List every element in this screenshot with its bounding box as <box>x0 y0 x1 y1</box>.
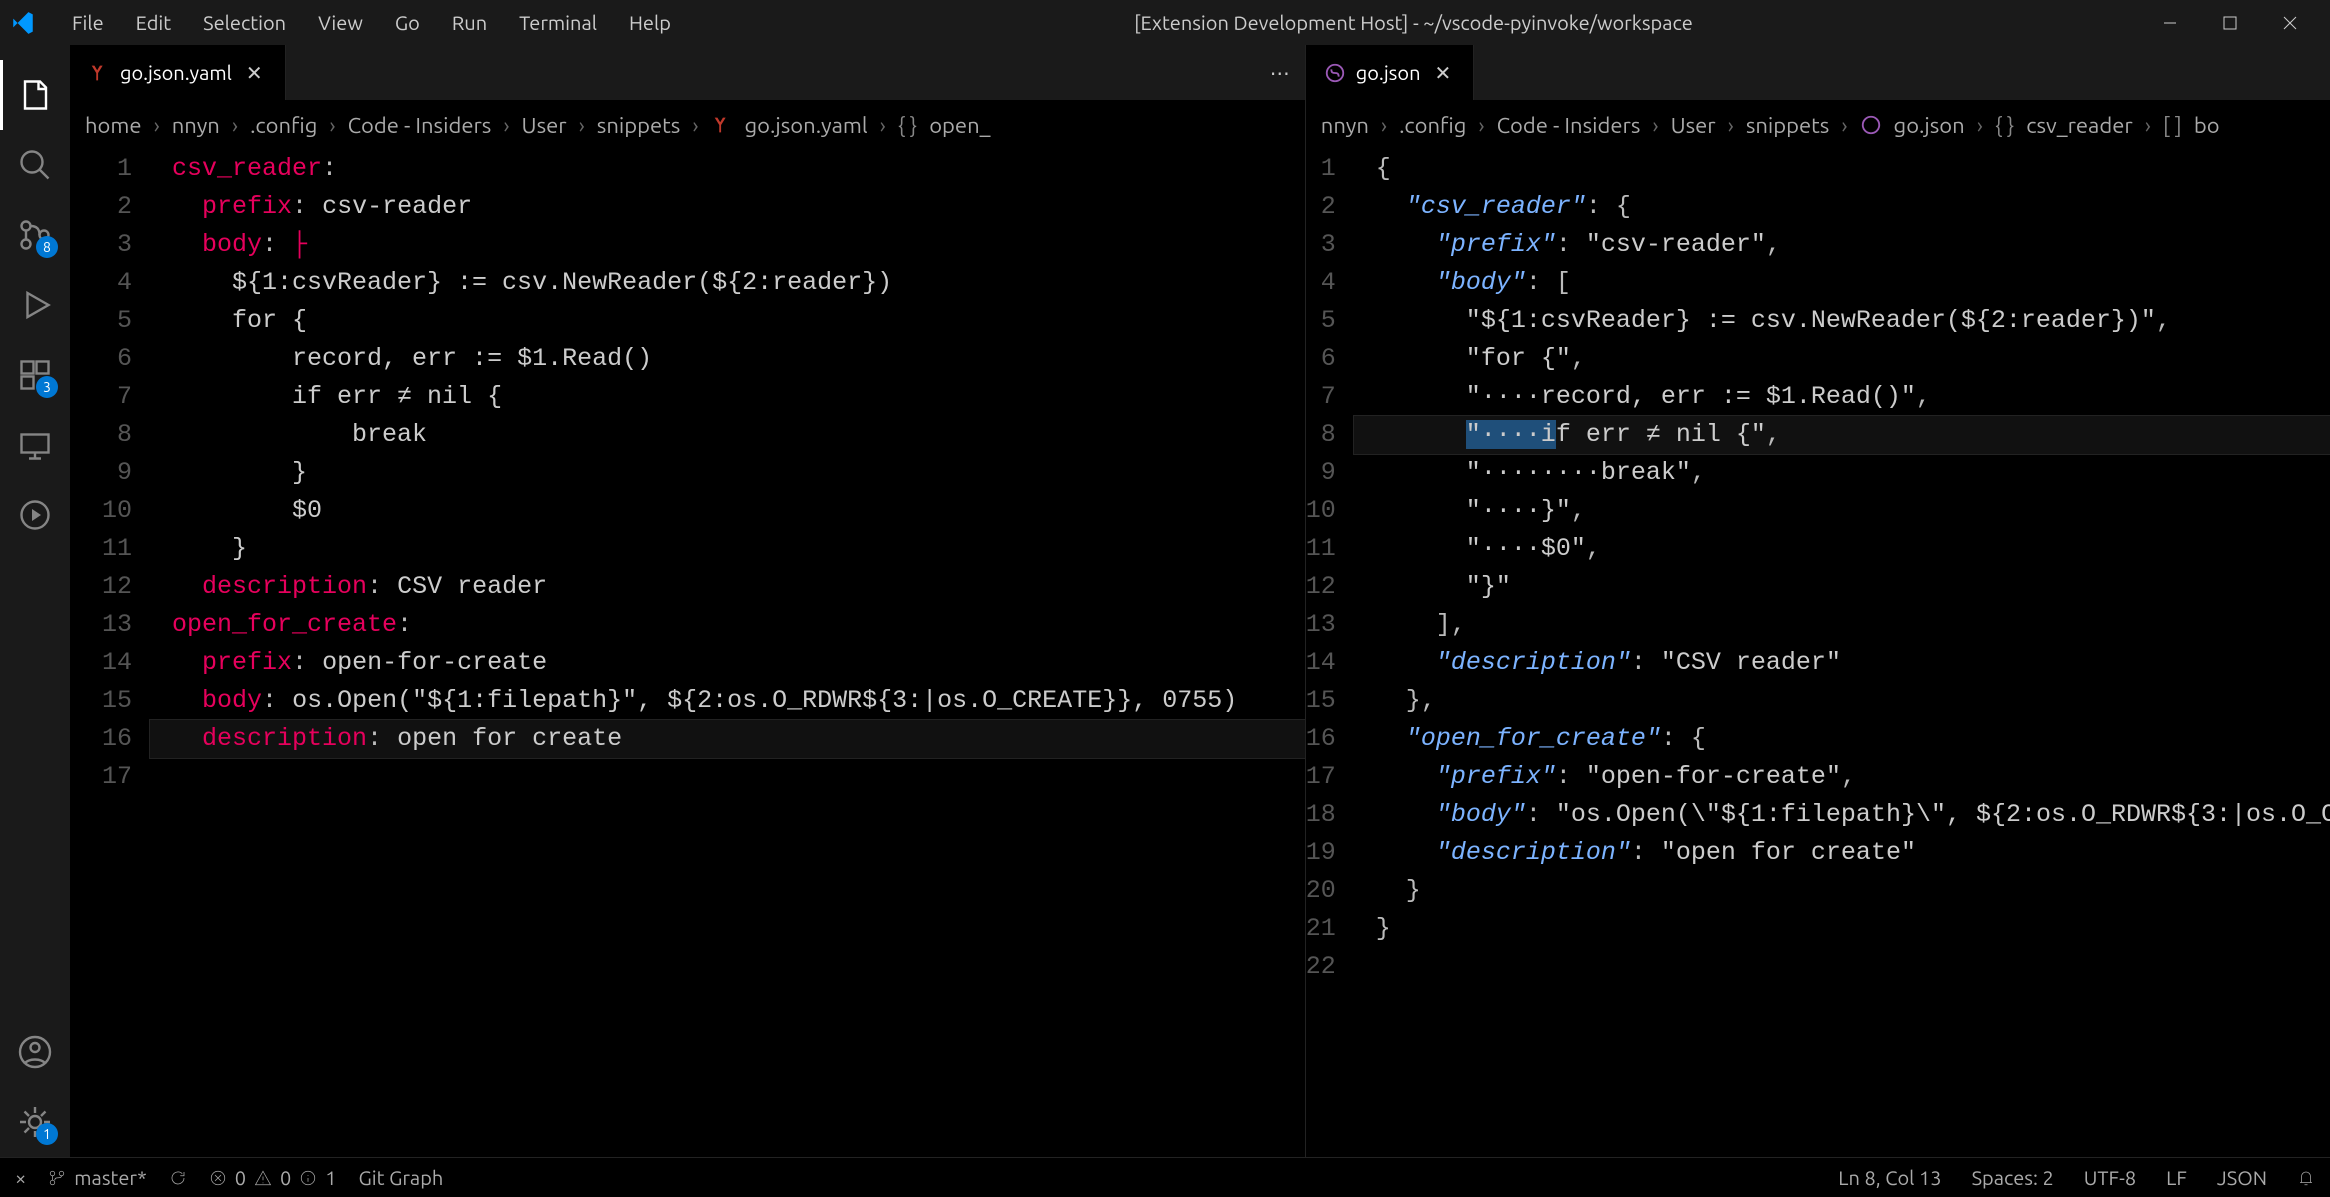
close-window-button[interactable] <box>2260 0 2320 45</box>
warning-icon <box>254 1169 272 1187</box>
more-icon[interactable]: ⋯ <box>1270 61 1290 85</box>
activity-debug[interactable] <box>0 270 70 340</box>
tab-label: go.json <box>1356 61 1421 84</box>
breadcrumb[interactable]: Code - Insiders <box>348 113 492 138</box>
main-area: 8 3 1 go.json.yaml <box>0 45 2330 1157</box>
app-icon <box>10 10 36 36</box>
git-graph-button[interactable]: Git Graph <box>359 1166 444 1189</box>
info-icon <box>299 1169 317 1187</box>
eol[interactable]: LF <box>2166 1166 2187 1189</box>
code-lines-right[interactable]: { "csv_reader": { "prefix": "csv-reader"… <box>1354 150 2330 1157</box>
cursor-position[interactable]: Ln 8, Col 13 <box>1838 1166 1941 1189</box>
scm-badge: 8 <box>36 236 58 258</box>
activity-scm[interactable]: 8 <box>0 200 70 270</box>
activity-bar: 8 3 1 <box>0 45 70 1157</box>
breadcrumb[interactable]: bo <box>2194 113 2220 138</box>
main-menu: File Edit Selection View Go Run Terminal… <box>56 3 687 42</box>
gutter-right: 12345678910111213141516171819202122 <box>1306 150 1354 1157</box>
titlebar: File Edit Selection View Go Run Terminal… <box>0 0 2330 45</box>
tab-go-json[interactable]: go.json ✕ <box>1306 45 1475 100</box>
breadcrumb[interactable]: csv_reader <box>2026 113 2132 138</box>
activity-test[interactable] <box>0 480 70 550</box>
git-branch[interactable]: master* <box>48 1166 146 1189</box>
sync-icon <box>169 1169 187 1187</box>
activity-account[interactable] <box>0 1017 70 1087</box>
close-icon[interactable]: ✕ <box>1431 57 1456 89</box>
code-lines-left[interactable]: csv_reader: prefix: csv-reader body: ├ $… <box>150 150 1305 1157</box>
breadcrumb[interactable]: snippets <box>1746 113 1830 138</box>
breadcrumb[interactable]: .config <box>250 113 317 138</box>
activity-remote[interactable] <box>0 410 70 480</box>
menu-selection[interactable]: Selection <box>187 3 302 42</box>
breadcrumb[interactable]: go.json <box>1894 113 1965 138</box>
editor-left: go.json.yaml ✕ ⋯ home› nnyn› .config› Co… <box>70 45 1306 1157</box>
sync-button[interactable] <box>169 1169 187 1187</box>
json-file-icon <box>1324 62 1346 84</box>
notifications-icon[interactable] <box>2297 1166 2315 1189</box>
json-file-icon <box>1860 114 1882 136</box>
remote-close-button[interactable]: × <box>15 1166 26 1189</box>
menu-file[interactable]: File <box>56 3 120 42</box>
activity-settings[interactable]: 1 <box>0 1087 70 1157</box>
editor-right: go.json ✕ ⋯ nnyn› .config› Code - Inside… <box>1306 45 2330 1157</box>
breadcrumb[interactable]: nnyn <box>172 113 220 138</box>
indentation[interactable]: Spaces: 2 <box>1972 1166 2054 1189</box>
breadcrumb[interactable]: .config <box>1399 113 1466 138</box>
gutter-left: 1234567891011121314151617 <box>70 150 150 1157</box>
statusbar: × master* 0 0 1 Git Graph Ln 8, Col 13 S… <box>0 1157 2330 1197</box>
yaml-file-icon <box>711 114 733 136</box>
tabbar-right: go.json ✕ ⋯ <box>1306 45 2330 100</box>
breadcrumb[interactable]: home <box>85 113 142 138</box>
menu-edit[interactable]: Edit <box>120 3 187 42</box>
menu-view[interactable]: View <box>302 3 379 42</box>
encoding[interactable]: UTF-8 <box>2084 1166 2136 1189</box>
breadcrumb[interactable]: open_ <box>929 113 990 138</box>
window-title: [Extension Development Host] - ~/vscode-… <box>687 11 2140 34</box>
close-icon[interactable]: ✕ <box>242 57 267 89</box>
minimize-button[interactable] <box>2140 0 2200 45</box>
code-area-left[interactable]: 1234567891011121314151617 csv_reader: pr… <box>70 150 1305 1157</box>
menu-go[interactable]: Go <box>379 3 436 42</box>
breadcrumb[interactable]: Code - Insiders <box>1497 113 1641 138</box>
scrollbar-left[interactable] <box>1287 150 1305 1157</box>
maximize-button[interactable] <box>2200 0 2260 45</box>
breadcrumb[interactable]: snippets <box>597 113 681 138</box>
branch-icon <box>48 1169 66 1187</box>
breadcrumb[interactable]: User <box>1671 113 1716 138</box>
breadcrumbs-right[interactable]: nnyn› .config› Code - Insiders› User› sn… <box>1306 100 2330 150</box>
editor-group: go.json.yaml ✕ ⋯ home› nnyn› .config› Co… <box>70 45 2330 1157</box>
breadcrumbs-left[interactable]: home› nnyn› .config› Code - Insiders› Us… <box>70 100 1305 150</box>
menu-help[interactable]: Help <box>613 3 687 42</box>
tabbar-left: go.json.yaml ✕ ⋯ <box>70 45 1305 100</box>
activity-extensions[interactable]: 3 <box>0 340 70 410</box>
branch-name: master* <box>74 1166 146 1189</box>
error-icon <box>209 1169 227 1187</box>
breadcrumb[interactable]: User <box>522 113 567 138</box>
activity-search[interactable] <box>0 130 70 200</box>
activity-explorer[interactable] <box>0 60 70 130</box>
tab-label: go.json.yaml <box>120 61 232 84</box>
language-mode[interactable]: JSON <box>2217 1166 2267 1189</box>
tab-go-json-yaml[interactable]: go.json.yaml ✕ <box>70 45 286 100</box>
menu-run[interactable]: Run <box>436 3 503 42</box>
settings-badge: 1 <box>36 1123 58 1145</box>
breadcrumb[interactable]: go.json.yaml <box>745 113 868 138</box>
ext-badge: 3 <box>36 376 58 398</box>
code-area-right[interactable]: 12345678910111213141516171819202122 { "c… <box>1306 150 2330 1157</box>
problems[interactable]: 0 0 1 <box>209 1166 337 1189</box>
breadcrumb[interactable]: nnyn <box>1321 113 1369 138</box>
yaml-file-icon <box>88 62 110 84</box>
window-controls <box>2140 0 2320 45</box>
menu-terminal[interactable]: Terminal <box>503 3 613 42</box>
